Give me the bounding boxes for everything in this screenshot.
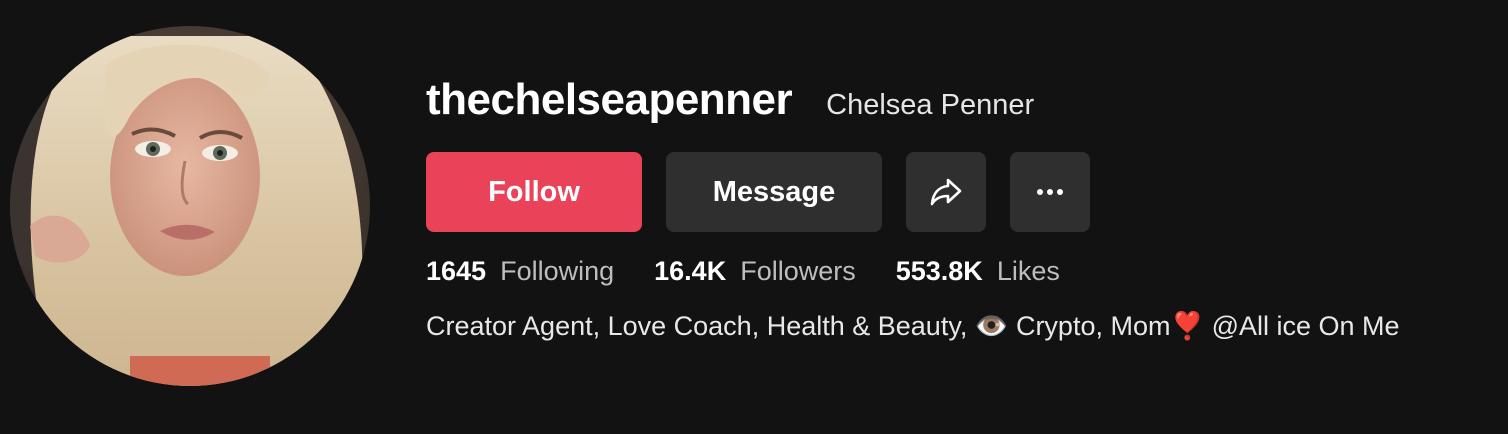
more-button[interactable]: [1010, 152, 1090, 232]
action-buttons: Follow Message: [426, 152, 1090, 232]
profile-photo-icon: [10, 26, 370, 386]
profile-stats: 1645 Following 16.4K Followers 553.8K Li…: [426, 256, 1060, 287]
avatar[interactable]: [10, 26, 370, 386]
followers-stat[interactable]: 16.4K Followers: [654, 256, 856, 287]
following-stat[interactable]: 1645 Following: [426, 256, 614, 287]
likes-stat: 553.8K Likes: [896, 256, 1060, 287]
share-button[interactable]: [906, 152, 986, 232]
follow-button[interactable]: Follow: [426, 152, 642, 232]
share-arrow-icon: [930, 178, 962, 206]
likes-count: 553.8K: [895, 256, 983, 286]
followers-label: Followers: [740, 256, 856, 286]
username: thechelseapenner: [426, 75, 793, 124]
followers-count: 16.4K: [654, 256, 727, 286]
following-count: 1645: [426, 256, 487, 286]
bio-text: Creator Agent, Love Coach, Health & Beau…: [426, 311, 1400, 341]
likes-label: Likes: [996, 256, 1060, 286]
more-dots-icon: [1037, 189, 1063, 195]
following-label: Following: [500, 256, 615, 286]
display-name: Chelsea Penner: [826, 89, 1035, 121]
message-button[interactable]: Message: [666, 152, 882, 232]
